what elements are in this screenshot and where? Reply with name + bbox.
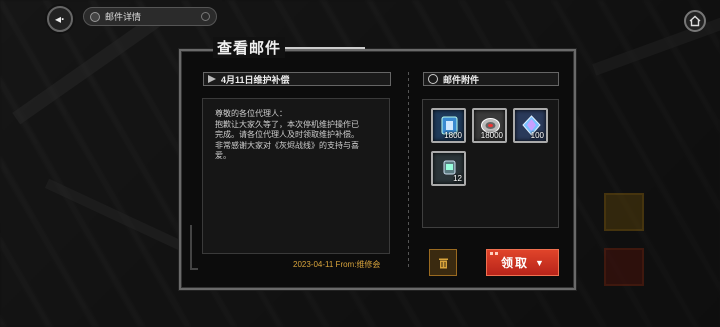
mail-subject: 4月11日维护补偿 bbox=[221, 74, 290, 85]
mail-footer: 2023-04-11 From:维修会 bbox=[293, 260, 381, 269]
home-button[interactable] bbox=[684, 10, 706, 32]
home-icon bbox=[689, 15, 701, 27]
claim-dots-decoration bbox=[490, 252, 498, 255]
claim-button[interactable]: 领取 ▼ bbox=[486, 249, 559, 276]
attachment-item[interactable]: 100 bbox=[513, 108, 548, 143]
breadcrumb-label: 邮件详情 bbox=[105, 12, 142, 22]
back-arrow-icon: ◂· bbox=[54, 12, 66, 26]
attachment-qty: 12 bbox=[453, 174, 462, 183]
mail-body-line: 完成。请各位代理人及时领取维护补偿。 bbox=[215, 130, 359, 139]
mail-body-line: 非常感谢大家对《灰烬战线》的支持与喜 bbox=[215, 140, 359, 150]
attachment-item[interactable]: 18000 bbox=[472, 108, 507, 143]
attachment-qty: 100 bbox=[530, 131, 544, 140]
attachments-header: 邮件附件 bbox=[423, 72, 559, 86]
claim-label: 领取 bbox=[501, 256, 530, 270]
attachment-qty: 18000 bbox=[480, 131, 503, 140]
mail-body-line: 尊敬的各位代理人： bbox=[215, 109, 287, 118]
left-bracket-decoration bbox=[190, 225, 198, 270]
back-button[interactable]: ◂· bbox=[47, 6, 73, 32]
delete-button[interactable] bbox=[429, 249, 457, 276]
breadcrumb-end-icon bbox=[201, 12, 210, 21]
trash-icon bbox=[438, 258, 448, 268]
chevron-down-icon: ▼ bbox=[535, 257, 544, 268]
attachment-item[interactable]: 12 bbox=[431, 151, 466, 186]
attachment-item[interactable]: 1800 bbox=[431, 108, 466, 143]
breadcrumb: 邮件详情 bbox=[83, 7, 217, 26]
attachments-header-label: 邮件附件 bbox=[443, 74, 480, 85]
mail-body-line: 爱。 bbox=[215, 151, 231, 160]
play-icon bbox=[208, 75, 216, 83]
panel-divider bbox=[408, 72, 409, 267]
title-line bbox=[285, 47, 365, 49]
mail-subject-header: 4月11日维护补偿 bbox=[203, 72, 391, 86]
mail-body-line: 抱歉让大家久等了，本次停机维护操作已 bbox=[215, 119, 359, 129]
mail-body: 尊敬的各位代理人： 抱歉让大家久等了，本次停机维护操作已 完成。请各位代理人及时… bbox=[202, 98, 390, 254]
attachment-qty: 1800 bbox=[444, 131, 462, 140]
breadcrumb-dot-icon bbox=[90, 11, 100, 22]
panel-title: 查看邮件 bbox=[213, 37, 286, 58]
attachment-icon bbox=[428, 74, 438, 84]
